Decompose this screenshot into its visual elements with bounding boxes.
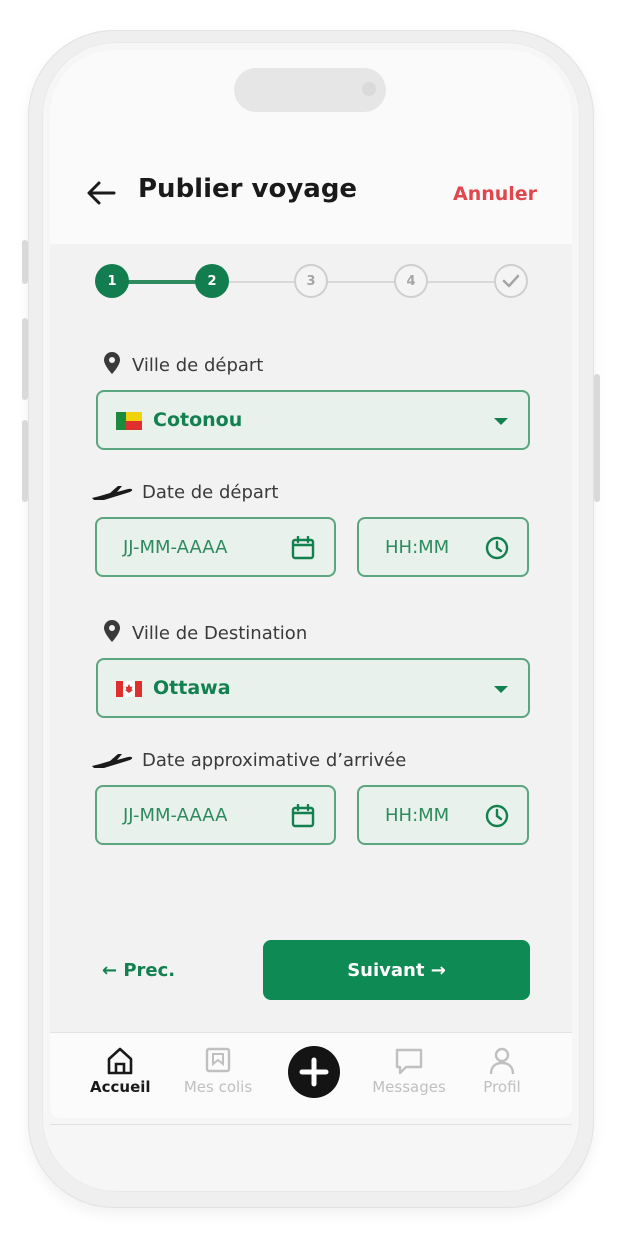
- departure-date-placeholder: JJ-MM-AAAA: [123, 537, 228, 558]
- home-icon: [107, 1047, 133, 1075]
- step-2: 2: [195, 264, 229, 298]
- benin-flag-icon: [116, 412, 142, 430]
- chevron-down-icon: [494, 418, 508, 425]
- package-icon: [205, 1047, 231, 1073]
- arrival-time-placeholder: HH:MM: [385, 805, 450, 826]
- tab-mes-colis[interactable]: Mes colis: [178, 1046, 258, 1096]
- arrival-date-label: Date approximative d’arrivée: [142, 750, 407, 771]
- chevron-down-icon: [494, 686, 508, 693]
- tab-messages[interactable]: Messages: [364, 1046, 454, 1096]
- step-1: 1: [95, 264, 129, 298]
- user-icon: [489, 1047, 515, 1075]
- phone-chin-line: [50, 1124, 572, 1125]
- message-icon: [395, 1048, 423, 1075]
- calendar-icon[interactable]: [291, 804, 315, 828]
- clock-icon[interactable]: [485, 536, 509, 560]
- check-icon: [502, 274, 520, 288]
- location-pin-icon: [104, 620, 120, 642]
- phone-mute-switch: [22, 240, 28, 284]
- tab-label: Messages: [372, 1078, 446, 1096]
- camera-dot: [362, 82, 376, 96]
- prev-button[interactable]: ← Prec.: [102, 960, 175, 981]
- app-screen: Publier voyage Annuler 1 2 3 4 Ville de …: [50, 50, 572, 1118]
- tab-label: Accueil: [90, 1078, 151, 1096]
- airplane-icon: [92, 486, 133, 500]
- arrival-date-placeholder: JJ-MM-AAAA: [123, 805, 228, 826]
- tab-profil[interactable]: Profil: [472, 1046, 532, 1096]
- tab-accueil[interactable]: Accueil: [90, 1046, 151, 1096]
- departure-time-input[interactable]: HH:MM: [357, 517, 529, 577]
- cancel-button[interactable]: Annuler: [453, 183, 537, 205]
- location-pin-icon: [104, 352, 120, 374]
- step-complete: [494, 264, 528, 298]
- next-button[interactable]: Suivant →: [263, 940, 530, 1000]
- arrival-date-input[interactable]: JJ-MM-AAAA: [95, 785, 336, 845]
- departure-date-input[interactable]: JJ-MM-AAAA: [95, 517, 336, 577]
- departure-time-placeholder: HH:MM: [385, 537, 450, 558]
- calendar-icon[interactable]: [291, 536, 315, 560]
- canada-flag-icon: [116, 681, 142, 697]
- phone-power-button: [594, 374, 600, 502]
- departure-city-label: Ville de départ: [132, 355, 264, 376]
- departure-city-value: Cotonou: [153, 409, 243, 431]
- departure-city-select[interactable]: Cotonou: [96, 390, 530, 450]
- departure-date-label: Date de départ: [142, 482, 279, 503]
- tab-label: Mes colis: [183, 1078, 253, 1096]
- plus-icon: [299, 1057, 329, 1087]
- airplane-icon: [92, 754, 133, 768]
- add-trip-button[interactable]: [288, 1046, 340, 1098]
- clock-icon[interactable]: [485, 804, 509, 828]
- page-title: Publier voyage: [138, 174, 358, 204]
- arrival-time-input[interactable]: HH:MM: [357, 785, 529, 845]
- step-4: 4: [394, 264, 428, 298]
- destination-city-label: Ville de Destination: [132, 623, 308, 644]
- destination-city-value: Ottawa: [153, 677, 231, 699]
- tab-label: Profil: [483, 1078, 521, 1096]
- step-3: 3: [294, 264, 328, 298]
- stepper-track-line: [212, 281, 512, 283]
- back-arrow-icon[interactable]: [84, 176, 118, 210]
- destination-city-select[interactable]: Ottawa: [96, 658, 530, 718]
- phone-volume-down: [22, 420, 28, 502]
- phone-volume-up: [22, 318, 28, 400]
